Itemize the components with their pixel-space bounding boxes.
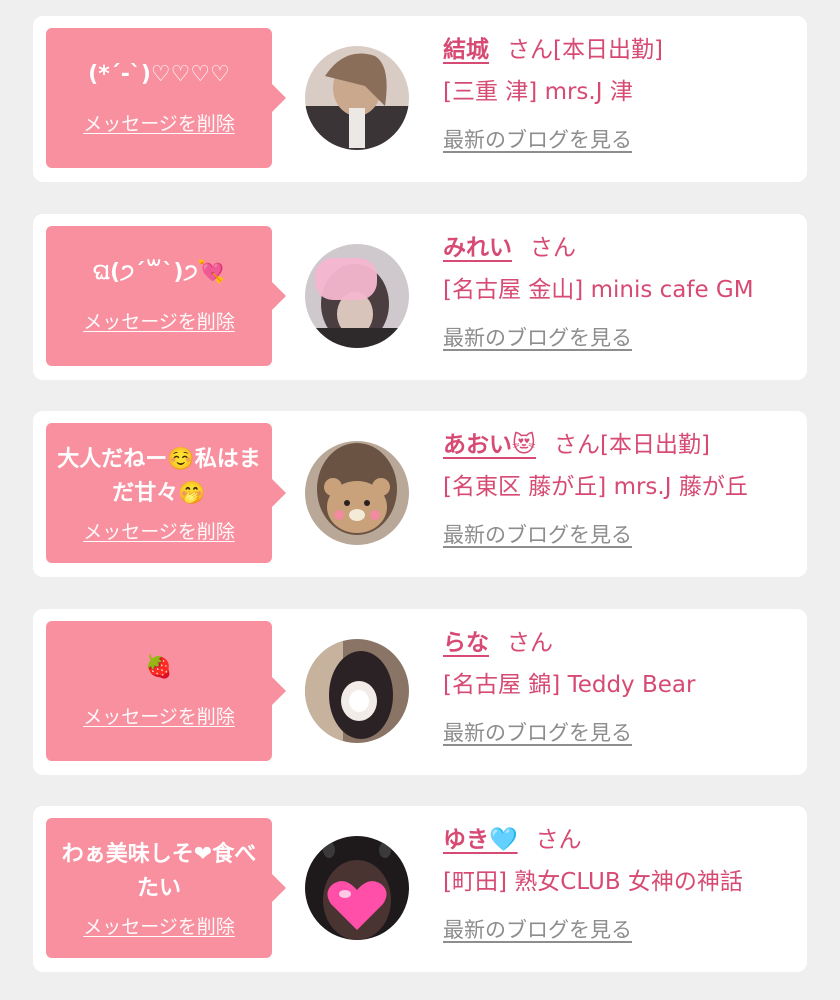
latest-blog-link[interactable]: 最新のブログを見る bbox=[443, 124, 632, 154]
avatar[interactable] bbox=[305, 46, 409, 150]
message-text: 大人だねー☺️私はまだ甘々🤭 bbox=[57, 447, 261, 506]
sender-name-link[interactable]: みれい bbox=[443, 235, 512, 261]
avatar-photo-1 bbox=[305, 46, 409, 150]
message-text: わぁ美味しそ❤食べたい bbox=[61, 842, 257, 901]
message-card: 大人だねー☺️私はまだ甘々🤭 メッセージを削除 あおい😻 さん[本日出勤] [名東… bbox=[33, 411, 807, 577]
latest-blog-link[interactable]: 最新のブログを見る bbox=[443, 914, 632, 944]
message-bubble: わぁ美味しそ❤食べたい メッセージを削除 bbox=[46, 818, 286, 958]
message-bubble: 🍓 メッセージを削除 bbox=[46, 621, 286, 761]
message-card: (*´-`)♡♡♡♡ メッセージを削除 結城 さん[本日出勤] [三重 津] mr… bbox=[33, 16, 807, 182]
message-card: わぁ美味しそ❤食べたい メッセージを削除 ゆき🩵 さん [町田] 熟女CLUB 女… bbox=[33, 806, 807, 972]
delete-message-link[interactable]: メッセージを削除 bbox=[46, 912, 272, 939]
shop-name: [名東区 藤が丘] mrs.J 藤が丘 bbox=[443, 474, 748, 500]
message-info: みれい さん [名古屋 金山] minis cafe GM 最新のブログを見る bbox=[443, 228, 803, 352]
latest-blog-link[interactable]: 最新のブログを見る bbox=[443, 717, 632, 747]
message-info: あおい😻 さん[本日出勤] [名東区 藤が丘] mrs.J 藤が丘 最新のブログを… bbox=[443, 425, 803, 549]
delete-message-link[interactable]: メッセージを削除 bbox=[46, 517, 272, 544]
message-card: ଘ(੭ˊ꒳ˋ)੭💘 メッセージを削除 みれい さん [名古屋 金山] minis … bbox=[33, 214, 807, 380]
message-bubble: (*´-`)♡♡♡♡ メッセージを削除 bbox=[46, 28, 286, 168]
sender-name-link[interactable]: らな bbox=[443, 630, 489, 656]
latest-blog-link[interactable]: 最新のブログを見る bbox=[443, 519, 632, 549]
sender-name-link[interactable]: ゆき🩵 bbox=[443, 827, 518, 853]
message-text: 🍓 bbox=[145, 655, 173, 680]
shop-name: [名古屋 金山] minis cafe GM bbox=[443, 277, 754, 303]
delete-message-link[interactable]: メッセージを削除 bbox=[46, 702, 272, 729]
avatar[interactable] bbox=[305, 441, 409, 545]
avatar-photo-2 bbox=[305, 244, 409, 348]
avatar-photo-5 bbox=[305, 836, 409, 940]
sender-suffix: さん bbox=[507, 630, 553, 656]
avatar[interactable] bbox=[305, 836, 409, 940]
message-text: (*´-`)♡♡♡♡ bbox=[88, 62, 230, 87]
delete-message-link[interactable]: メッセージを削除 bbox=[46, 109, 272, 136]
message-info: 結城 さん[本日出勤] [三重 津] mrs.J 津 最新のブログを見る bbox=[443, 30, 803, 154]
message-info: ゆき🩵 さん [町田] 熟女CLUB 女神の神話 最新のブログを見る bbox=[443, 820, 803, 944]
sender-suffix: さん bbox=[535, 827, 582, 853]
message-text: ଘ(੭ˊ꒳ˋ)੭💘 bbox=[92, 260, 226, 285]
avatar-photo-3 bbox=[305, 441, 409, 545]
delete-message-link[interactable]: メッセージを削除 bbox=[46, 307, 272, 334]
latest-blog-link[interactable]: 最新のブログを見る bbox=[443, 322, 632, 352]
sender-suffix: さん bbox=[530, 235, 576, 261]
message-bubble: ଘ(੭ˊ꒳ˋ)੭💘 メッセージを削除 bbox=[46, 226, 286, 366]
shop-name: [三重 津] mrs.J 津 bbox=[443, 79, 633, 105]
sender-name-link[interactable]: 結城 bbox=[443, 37, 489, 63]
shop-name: [町田] 熟女CLUB 女神の神話 bbox=[443, 869, 743, 895]
sender-suffix: さん[本日出勤] bbox=[507, 37, 663, 63]
sender-name-link[interactable]: あおい😻 bbox=[443, 432, 536, 458]
message-info: らな さん [名古屋 錦] Teddy Bear 最新のブログを見る bbox=[443, 623, 803, 747]
avatar[interactable] bbox=[305, 639, 409, 743]
message-bubble: 大人だねー☺️私はまだ甘々🤭 メッセージを削除 bbox=[46, 423, 286, 563]
shop-name: [名古屋 錦] Teddy Bear bbox=[443, 672, 696, 698]
message-card: 🍓 メッセージを削除 らな さん [名古屋 錦] Teddy Bear 最新のブロ… bbox=[33, 609, 807, 775]
avatar-photo-4 bbox=[305, 639, 409, 743]
sender-suffix: さん[本日出勤] bbox=[553, 432, 710, 458]
avatar[interactable] bbox=[305, 244, 409, 348]
